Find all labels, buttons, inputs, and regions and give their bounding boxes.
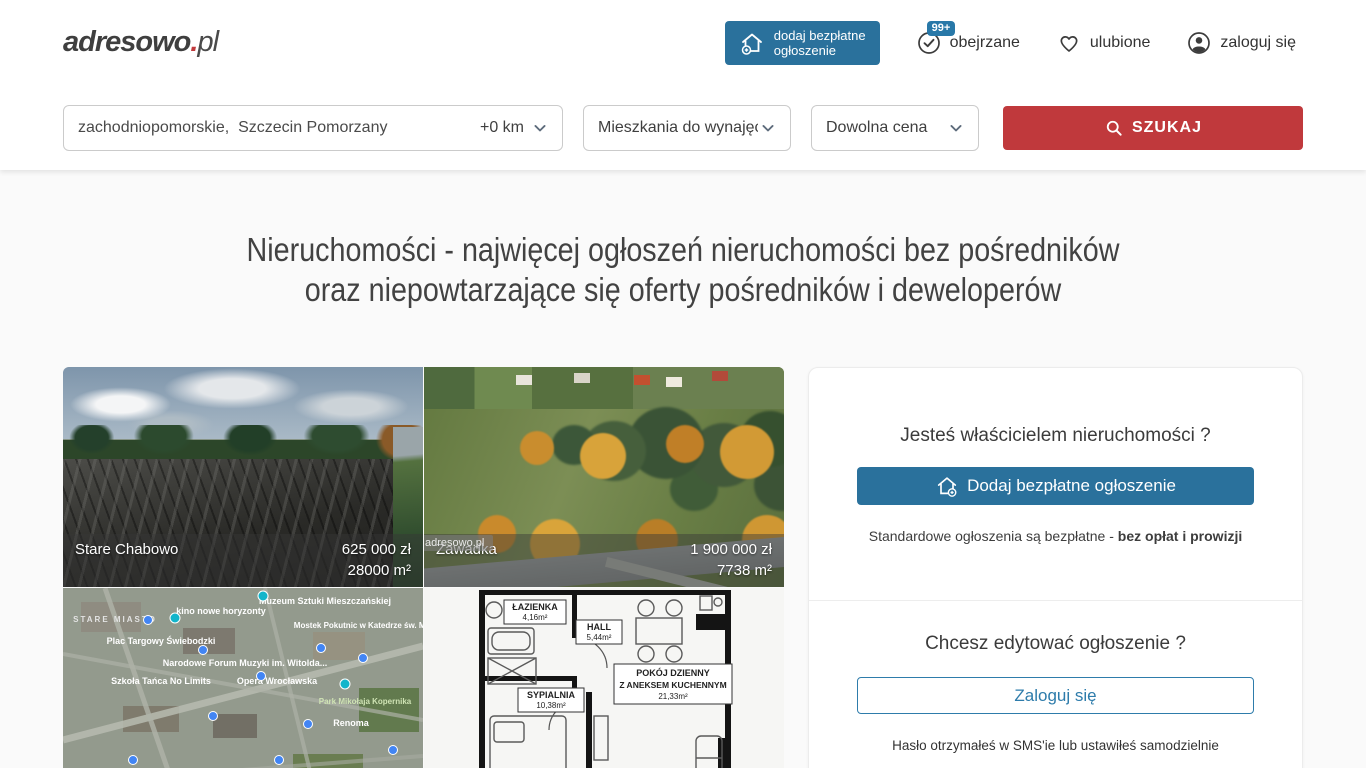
login-label: zaloguj się xyxy=(1220,34,1296,52)
edit-note: Hasło otrzymałeś w SMS'ie lub ustawiłeś … xyxy=(857,738,1254,753)
svg-text:SYPIALNIA: SYPIALNIA xyxy=(527,690,576,700)
viewed-count-badge: 99+ xyxy=(927,21,956,36)
aerial-photo-green-trees xyxy=(552,425,596,465)
svg-text:Muzeum Sztuki Mieszczańskiej: Muzeum Sztuki Mieszczańskiej xyxy=(259,596,391,606)
photo-watermark: adresowo.pl xyxy=(424,535,493,551)
price-select[interactable]: Dowolna cena xyxy=(811,105,979,151)
svg-text:4,16m²: 4,16m² xyxy=(523,613,548,622)
location-input[interactable] xyxy=(78,119,480,137)
svg-text:5,44m²: 5,44m² xyxy=(587,633,612,642)
svg-text:Opera Wrocławska: Opera Wrocławska xyxy=(237,676,318,686)
price-value: Dowolna cena xyxy=(826,119,927,137)
heart-icon xyxy=(1056,30,1082,56)
svg-text:10,38m²: 10,38m² xyxy=(536,701,566,710)
svg-text:Narodowe Forum Muzyki im. Wito: Narodowe Forum Muzyki im. Witolda... xyxy=(163,658,327,668)
chevron-down-icon xyxy=(946,118,966,138)
favorites-button[interactable]: ulubione xyxy=(1056,30,1151,56)
satellite-map-image: STARE MIASTO kino nowe horyzonty Muzeum … xyxy=(63,588,423,768)
login-link-button[interactable]: Zaloguj się xyxy=(857,677,1254,714)
owner-title: Jesteś właścicielem nieruchomości ? xyxy=(857,425,1254,447)
floor-plan-image: ŁAZIENKA 4,16m² HALL 5,44m² SYPIALNIA 10… xyxy=(424,588,784,768)
edit-section: Chcesz edytować ogłoszenie ? Zaloguj się… xyxy=(809,601,1302,753)
location-field[interactable]: +0 km xyxy=(63,105,563,151)
svg-text:kino nowe horyzonty: kino nowe horyzonty xyxy=(176,606,266,616)
svg-text:21,33m²: 21,33m² xyxy=(658,692,688,701)
owner-panel: Jesteś właścicielem nieruchomości ? Doda… xyxy=(808,367,1303,768)
main-content: Nieruchomości - najwięcej ogłoszeń nieru… xyxy=(0,170,1366,768)
top-bar: adresowo.pl dodaj bezpłatne ogłoszenie xyxy=(0,0,1366,85)
owner-note: Standardowe ogłoszenia są bezpłatne - be… xyxy=(857,528,1254,544)
svg-text:ŁAZIENKA: ŁAZIENKA xyxy=(512,602,558,612)
svg-text:HALL: HALL xyxy=(587,622,611,632)
add-listing-label: dodaj bezpłatne ogłoszenie xyxy=(774,28,866,58)
listing-name: Stare Chabowo xyxy=(75,539,178,558)
viewed-button[interactable]: 99+ obejrzane xyxy=(916,30,1020,56)
listing-price-area: 1 900 000 zł 7738 m² xyxy=(690,539,772,581)
search-icon xyxy=(1104,118,1124,138)
search-submit-label: SZUKAJ xyxy=(1132,119,1202,137)
edit-title: Chcesz edytować ogłoszenie ? xyxy=(857,633,1254,655)
listing-price: 625 000 zł xyxy=(342,539,411,560)
listing-price-area: 625 000 zł 28000 m² xyxy=(342,539,411,581)
search-submit-button[interactable]: SZUKAJ xyxy=(1003,106,1303,150)
chevron-down-icon xyxy=(758,118,778,138)
owner-section: Jesteś właścicielem nieruchomości ? Doda… xyxy=(809,368,1302,544)
viewed-label: obejrzane xyxy=(950,34,1020,52)
add-listing-button[interactable]: dodaj bezpłatne ogłoszenie xyxy=(725,21,880,65)
aerial-photo-houses xyxy=(424,367,784,409)
category-value: Mieszkania do wynajęc xyxy=(598,119,758,137)
listing-overlay: Stare Chabowo 625 000 zł 28000 m² xyxy=(63,534,423,587)
svg-text:Z ANEKSEM KUCHENNYM: Z ANEKSEM KUCHENNYM xyxy=(619,680,726,690)
house-plus-icon xyxy=(739,30,765,56)
listing-card-zawadka[interactable]: adresowo.pl Zawadka 1 900 000 zł 7738 m² xyxy=(424,367,784,587)
chevron-down-icon[interactable] xyxy=(530,118,550,138)
svg-text:Renoma: Renoma xyxy=(333,718,370,728)
svg-text:Szkoła Tańca No Limits: Szkoła Tańca No Limits xyxy=(111,676,211,686)
header-actions: dodaj bezpłatne ogłoszenie 99+ obejrzane xyxy=(725,21,1296,65)
radius-value[interactable]: +0 km xyxy=(480,119,524,137)
svg-text:Mostek Pokutnic w Katedrze św.: Mostek Pokutnic w Katedrze św. M... xyxy=(294,621,423,630)
category-select[interactable]: Mieszkania do wynajęc xyxy=(583,105,791,151)
favorites-label: ulubione xyxy=(1090,34,1151,52)
search-bar: +0 km Mieszkania do wynajęc Dowolna cena… xyxy=(0,85,1366,170)
aerial-photo-orange-trees xyxy=(520,431,554,465)
listing-area: 7738 m² xyxy=(690,560,772,581)
add-free-listing-label: Dodaj bezpłatne ogłoszenie xyxy=(967,476,1176,496)
page-title: Nieruchomości - najwięcej ogłoszeń nieru… xyxy=(89,170,1277,310)
field-photo-trees xyxy=(63,425,423,461)
svg-text:Plac Targowy Świebodzki: Plac Targowy Świebodzki xyxy=(107,635,216,646)
logo-tld: pl xyxy=(197,26,218,58)
listing-card-wroclaw[interactable]: STARE MIASTO kino nowe horyzonty Muzeum … xyxy=(63,588,423,768)
listing-area: 28000 m² xyxy=(342,560,411,581)
svg-text:POKÓJ DZIENNY: POKÓJ DZIENNY xyxy=(636,667,710,678)
listing-card-zacharzyce[interactable]: ŁAZIENKA 4,16m² HALL 5,44m² SYPIALNIA 10… xyxy=(424,588,784,768)
listing-price: 1 900 000 zł xyxy=(690,539,772,560)
add-free-listing-button[interactable]: Dodaj bezpłatne ogłoszenie xyxy=(857,467,1254,505)
site-logo[interactable]: adresowo.pl xyxy=(63,26,218,59)
house-plus-icon xyxy=(935,474,959,498)
user-icon xyxy=(1186,30,1212,56)
login-button[interactable]: zaloguj się xyxy=(1186,30,1296,56)
listing-grid: Stare Chabowo 625 000 zł 28000 m² adreso… xyxy=(63,367,784,768)
site-header: adresowo.pl dodaj bezpłatne ogłoszenie xyxy=(0,0,1366,170)
logo-name: adresowo xyxy=(63,26,190,58)
aerial-photo-rooftops xyxy=(516,375,532,385)
listing-card-stare-chabowo[interactable]: Stare Chabowo 625 000 zł 28000 m² xyxy=(63,367,423,587)
svg-text:Park Mikołaja Kopernika: Park Mikołaja Kopernika xyxy=(319,697,412,706)
